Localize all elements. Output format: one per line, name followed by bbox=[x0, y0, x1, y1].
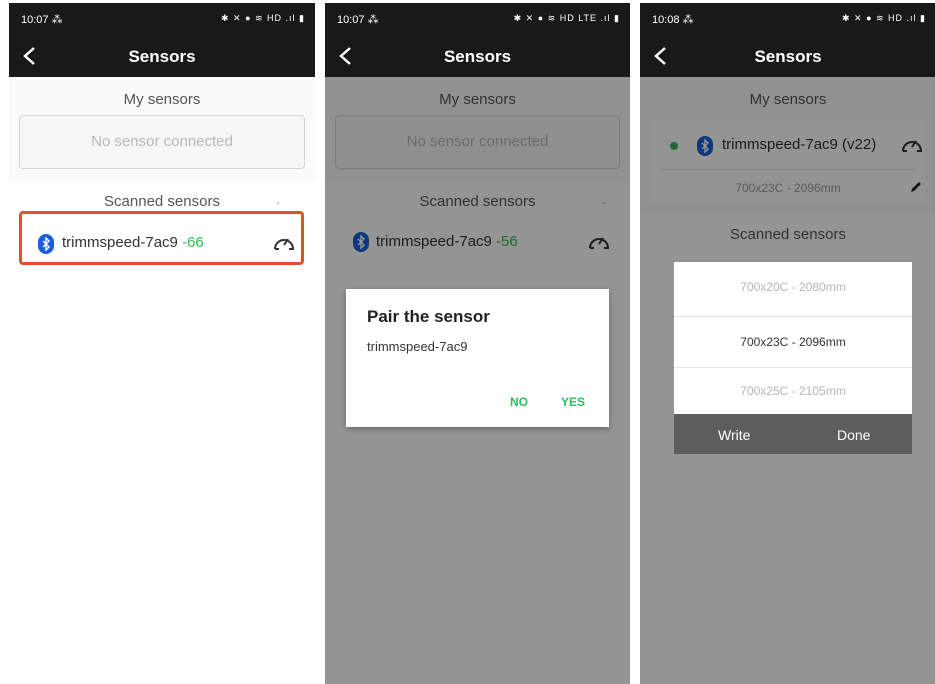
dialog-message: trimmspeed-7ac9 bbox=[367, 339, 468, 354]
status-icons: ✱ ✕ ● ≋ HD .ıl ▮ bbox=[220, 13, 305, 23]
pair-dialog: Pair the sensor trimmspeed-7ac9 NO YES bbox=[346, 289, 609, 427]
no-sensor-box: No sensor connected bbox=[19, 115, 305, 169]
yes-button[interactable]: YES bbox=[561, 395, 585, 409]
page-title: Sensors bbox=[754, 47, 822, 66]
scroll-indicator bbox=[277, 202, 279, 204]
status-time: 10:07 ⁂ bbox=[21, 14, 63, 26]
no-button[interactable]: NO bbox=[510, 395, 528, 409]
status-icons: ✱ ✕ ● ≋ HD LTE .ıl ▮ bbox=[513, 13, 620, 23]
done-button[interactable]: Done bbox=[837, 427, 870, 443]
scanned-sensors-label: Scanned sensors bbox=[104, 193, 220, 210]
status-bar: 10:07 ⁂ ✱ ✕ ● ≋ HD .ıl ▮ bbox=[9, 3, 315, 39]
page-title: Sensors bbox=[128, 47, 196, 66]
title-bar: Sensors bbox=[325, 39, 630, 77]
title-bar: Sensors bbox=[640, 39, 935, 77]
status-icons: ✱ ✕ ● ≋ HD .ıl ▮ bbox=[841, 13, 926, 23]
phone-screen-1: 10:07 ⁂ ✱ ✕ ● ≋ HD .ıl ▮ Sensors My sens… bbox=[9, 3, 315, 684]
status-bar: 10:07 ⁂ ✱ ✕ ● ≋ HD LTE .ıl ▮ bbox=[325, 3, 630, 39]
picker-action-bar: Write Done bbox=[674, 414, 912, 454]
my-sensors-label: My sensors bbox=[123, 91, 201, 108]
dialog-title: Pair the sensor bbox=[367, 307, 490, 326]
title-bar: Sensors bbox=[9, 39, 315, 77]
phone-screen-3: 10:08 ⁂ ✱ ✕ ● ≋ HD .ıl ▮ Sensors My sens… bbox=[640, 3, 935, 684]
picker-option[interactable]: 700x25C - 2105mm bbox=[674, 366, 912, 416]
picker-option-selected[interactable]: 700x23C - 2096mm bbox=[674, 316, 912, 368]
highlight-box bbox=[19, 211, 304, 265]
page-title: Sensors bbox=[443, 47, 512, 66]
status-time: 10:07 ⁂ bbox=[337, 14, 379, 26]
status-bar: 10:08 ⁂ ✱ ✕ ● ≋ HD .ıl ▮ bbox=[640, 3, 935, 39]
phone-screen-2: 10:07 ⁂ ✱ ✕ ● ≋ HD LTE .ıl ▮ Sensors My … bbox=[325, 3, 630, 684]
status-time: 10:08 ⁂ bbox=[652, 14, 694, 26]
write-button[interactable]: Write bbox=[718, 427, 750, 443]
picker-option[interactable]: 700x20C - 2080mm bbox=[674, 262, 912, 312]
wheel-size-picker: 700x20C - 2080mm 700x23C - 2096mm 700x25… bbox=[674, 262, 912, 414]
